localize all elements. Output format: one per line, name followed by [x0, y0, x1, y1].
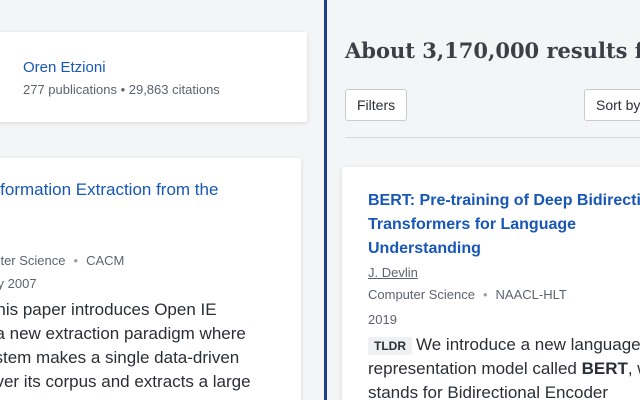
author-card[interactable]: Oren Etzioni 277 publications • 29,863 c…	[0, 32, 307, 122]
separator-dot: •	[73, 253, 79, 268]
tldr-line: TLDR We introduce a new language	[368, 335, 640, 355]
paper-meta: Computer Science • NAACL-HLT	[368, 287, 567, 302]
separator-dot: •	[482, 287, 488, 302]
author-name-link[interactable]: Oren Etzioni	[23, 59, 106, 76]
tldr-bold-term: BERT	[581, 359, 628, 378]
paper-venue: CACM	[86, 253, 125, 268]
tldr-line: representation model called BERT, w	[368, 359, 640, 379]
author-stats: 277 publications • 29,863 citations	[23, 82, 220, 97]
tldr-text: We introduce a new language	[416, 335, 640, 354]
right-pane: About 3,170,000 results for “B Filters S…	[327, 0, 640, 400]
abstract-line: , a new extraction paradigm where	[0, 324, 246, 343]
abstract-line: ystem makes a single data-driven	[0, 348, 240, 367]
tldr-text: representation model called	[368, 359, 582, 378]
paper-date: ary 2007	[0, 276, 37, 291]
paper-year: 2019	[368, 312, 397, 327]
paper-card: Information Extraction from the ko puter…	[0, 158, 301, 400]
paper-title-line[interactable]: BERT: Pre-training of Deep Bidirecti	[368, 189, 640, 213]
paper-title-line[interactable]: Understanding	[368, 237, 640, 261]
paper-title-link[interactable]: BERT: Pre-training of Deep Bidirecti Tra…	[368, 189, 640, 261]
paper-venue: NAACL-HLT	[495, 287, 567, 302]
tldr-text: , w	[627, 359, 640, 378]
sort-button[interactable]: Sort by	[584, 89, 640, 121]
paper-field: Computer Science	[368, 287, 475, 302]
paper-meta: puter Science • CACM	[0, 253, 124, 268]
filters-button[interactable]: Filters	[345, 89, 408, 121]
paper-author-link[interactable]: J. Devlin	[368, 265, 418, 280]
abstract-line: This paper introduces Open IE	[0, 300, 217, 319]
paper-card: BERT: Pre-training of Deep Bidirecti Tra…	[342, 167, 640, 400]
results-heading: About 3,170,000 results for “B	[345, 38, 640, 63]
paper-title-link[interactable]: Information Extraction from the	[0, 180, 218, 200]
paper-field: puter Science	[0, 253, 66, 268]
tldr-badge: TLDR	[368, 336, 412, 355]
abstract-line: over its corpus and extracts a large	[0, 372, 251, 391]
divider-line	[345, 137, 640, 138]
left-pane: Oren Etzioni 277 publications • 29,863 c…	[0, 0, 324, 400]
tldr-line: stands for Bidirectional Encoder	[368, 383, 609, 400]
paper-title-line[interactable]: Transformers for Language	[368, 213, 640, 237]
